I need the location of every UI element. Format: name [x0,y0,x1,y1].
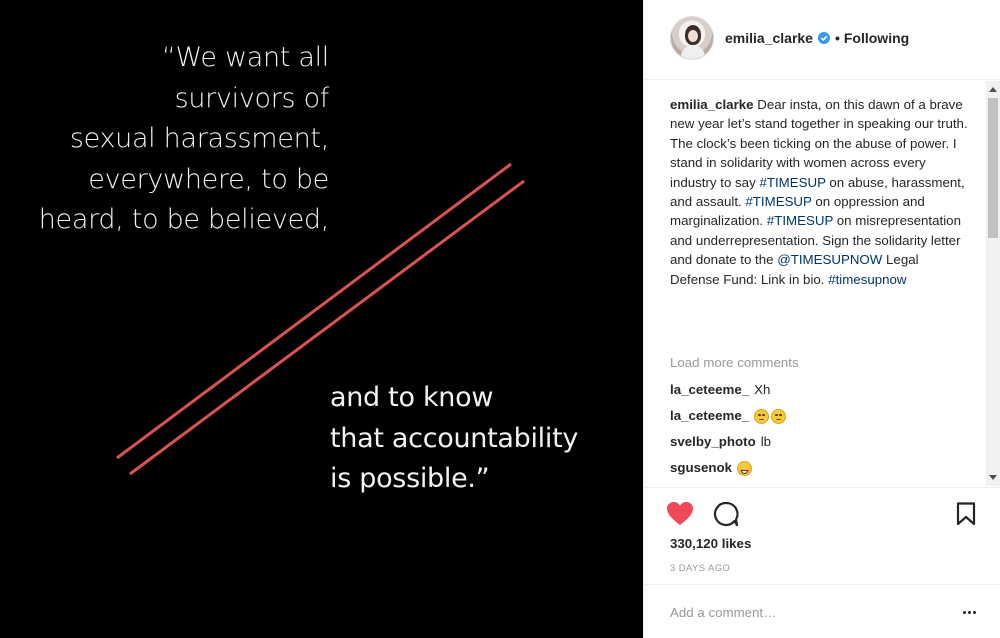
comment-username[interactable]: svelby_photo [670,433,756,451]
sad-face-emoji-icon [771,408,787,424]
heart-icon [667,502,693,525]
verified-badge-icon [817,32,830,44]
heart-eyes-emoji-icon [737,460,753,481]
comment-button[interactable] [712,500,740,528]
sad-face-emoji-icon [754,408,770,424]
post-date[interactable]: 3 DAYS AGO [670,563,730,574]
add-comment-bar [644,584,1000,638]
comment-item: la_ceteeme_ [670,407,788,425]
action-bar [644,487,1000,537]
comment-text: lb [760,434,772,449]
post-image[interactable]: “We want all survivors of sexual harassm… [0,0,643,638]
scroll-thumb[interactable] [988,98,998,238]
hashtag-link[interactable]: @TIMESUPNOW [777,252,882,267]
more-options-button[interactable] [960,603,978,621]
post-sidebar: emilia_clarke • Following emilia_clarke … [643,0,1000,638]
scroll-up-arrow-icon[interactable] [989,87,997,92]
post-caption: emilia_clarke Dear insta, on this dawn o… [670,95,970,289]
like-button[interactable] [666,500,694,528]
quote-line: is possible.” [330,463,490,494]
quote-line: and to know [330,382,494,413]
comment-username[interactable]: la_ceteeme_ [670,407,749,425]
comment-text: Xh [754,382,771,397]
hashtag-link[interactable]: #TIMESUP [745,194,811,209]
avatar[interactable] [670,16,714,60]
more-dots-icon [962,610,966,614]
following-button[interactable]: Following [844,30,909,46]
comment-item: la_ceteeme_ Xh [670,381,770,399]
hashtag-link[interactable]: #TIMESUP [767,213,833,228]
comments-scrollbar[interactable] [986,81,1000,486]
quote-bottom-text: and to know that accountability is possi… [330,378,578,500]
caption-username[interactable]: emilia_clarke [670,97,754,112]
post-header: emilia_clarke • Following [644,0,1000,80]
comments-list[interactable]: emilia_clarke Dear insta, on this dawn o… [644,81,988,486]
username-link[interactable]: emilia_clarke [725,30,813,46]
load-more-comments-button[interactable]: Load more comments [670,355,799,370]
separator-dot: • [834,30,840,46]
hashtag-link[interactable]: #TIMESUP [759,175,825,190]
save-button[interactable] [952,500,980,528]
double-slash-graphic [116,162,525,476]
comment-username[interactable]: sgusenok [670,459,732,477]
scroll-down-arrow-icon[interactable] [989,475,997,480]
quote-line: that accountability [330,422,579,454]
user-row: emilia_clarke • Following [725,30,909,46]
comment-icon [713,501,739,527]
comment-item: sgusenok [670,459,754,481]
hashtag-link[interactable]: #timesupnow [828,272,906,287]
bookmark-icon [956,502,976,526]
comment-username[interactable]: la_ceteeme_ [670,381,749,399]
comment-item: svelby_photo lb [670,433,771,451]
add-comment-input[interactable] [670,605,940,620]
likes-count[interactable]: 330,120 likes [670,536,751,551]
